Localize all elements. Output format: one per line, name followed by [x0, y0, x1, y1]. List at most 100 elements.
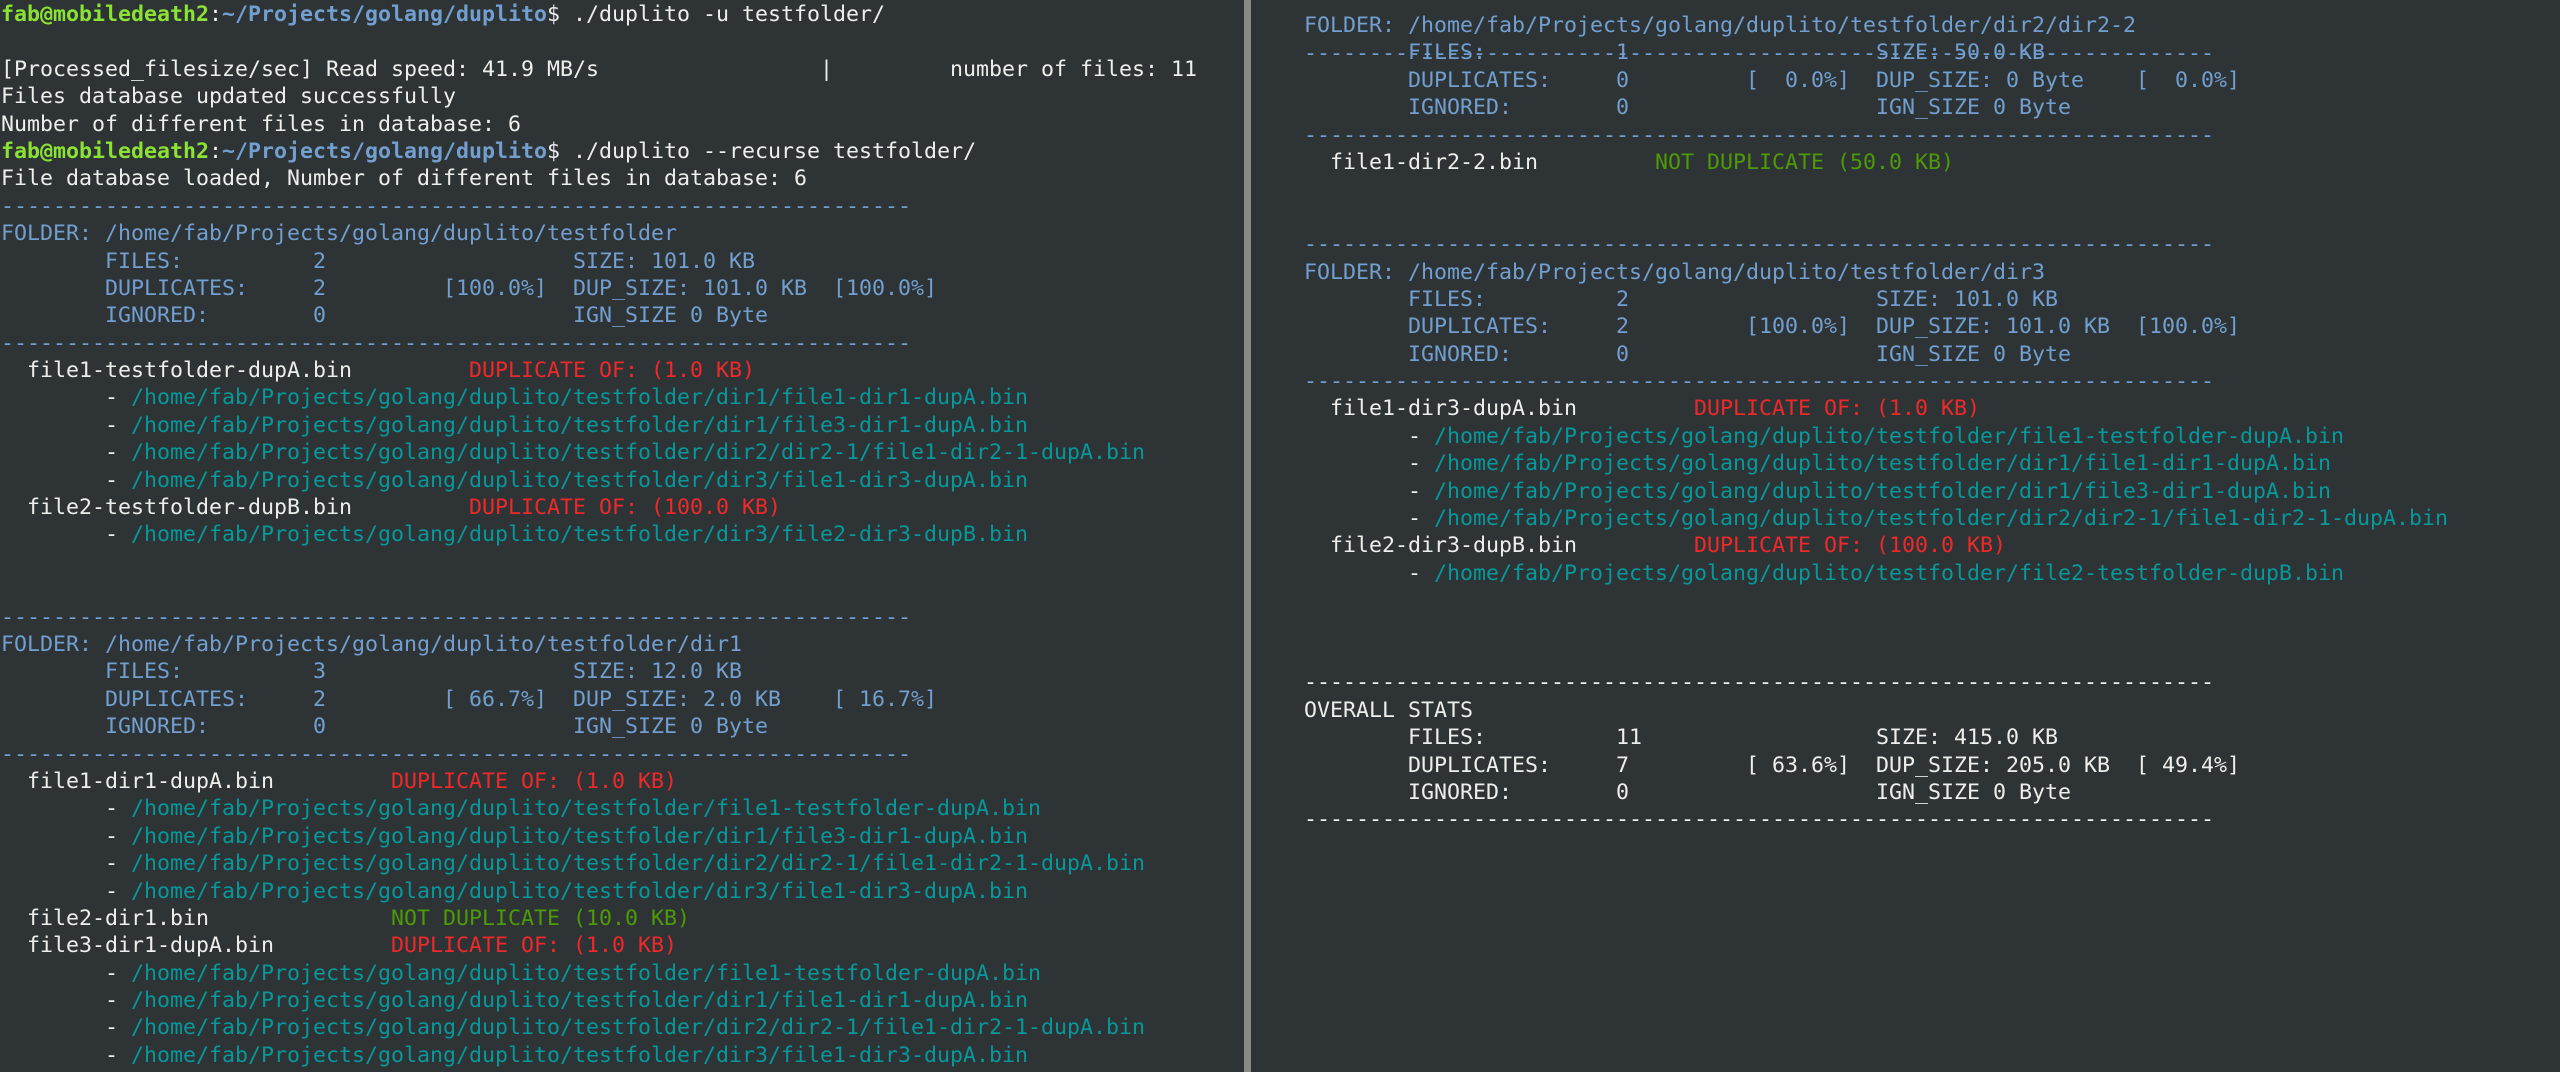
terminal-text-white: -: [1, 823, 132, 849]
terminal-line: file2-testfolder-dupB.bin DUPLICATE OF: …: [1, 494, 1197, 521]
terminal-text-white: file1-dir3-dupA.bin: [1304, 396, 1695, 422]
terminal-text-white: -: [1, 988, 132, 1014]
terminal-line: [Processed_filesize/sec] Read speed: 41.…: [1, 56, 1197, 83]
terminal-text-white: -: [1, 1015, 132, 1041]
terminal-line: - /home/fab/Projects/golang/duplito/test…: [1, 439, 1197, 466]
terminal-text-white: file1-dir1-dupA.bin: [1, 768, 392, 794]
terminal-line: IGNORED: 0 IGN_SIZE 0 Byte: [1304, 341, 2448, 368]
terminal-line: file1-dir1-dupA.bin DUPLICATE OF: (1.0 K…: [1, 768, 1197, 795]
terminal-line: DUPLICATES: 2 [100.0%] DUP_SIZE: 101.0 K…: [1304, 313, 2448, 340]
terminal-line: - /home/fab/Projects/golang/duplito/test…: [1304, 478, 2448, 505]
terminal-text-blue: ----------------------------------------…: [1304, 232, 2215, 258]
terminal-line: file1-testfolder-dupA.bin DUPLICATE OF: …: [1, 357, 1197, 384]
pane-divider[interactable]: [1244, 0, 1251, 1072]
terminal-text-teal: /home/fab/Projects/golang/duplito/testfo…: [131, 412, 1029, 438]
terminal-text-red: DUPLICATE OF: (1.0 KB): [1694, 396, 1981, 422]
terminal-line: Files database updated successfully: [1, 83, 1197, 110]
terminal-text-white: -: [1304, 423, 1435, 449]
terminal-text-teal: /home/fab/Projects/golang/duplito/testfo…: [131, 440, 1146, 466]
terminal-text-teal: /home/fab/Projects/golang/duplito/testfo…: [1434, 478, 2332, 504]
terminal-line: - /home/fab/Projects/golang/duplito/test…: [1, 1014, 1197, 1041]
terminal-text-white: -: [1304, 560, 1435, 586]
terminal-text-teal: /home/fab/Projects/golang/duplito/testfo…: [131, 1042, 1029, 1068]
terminal-text-white: -: [1304, 478, 1435, 504]
terminal-text-red: DUPLICATE OF: (1.0 KB): [391, 768, 678, 794]
terminal-line: Number of different files in database: 6: [1, 111, 1197, 138]
terminal-text-teal: /home/fab/Projects/golang/duplito/testfo…: [131, 988, 1029, 1014]
terminal-line: - /home/fab/Projects/golang/duplito/test…: [1304, 450, 2448, 477]
terminal-text-blue: IGNORED: 0 IGN_SIZE 0 Byte: [1304, 341, 2072, 367]
terminal-text-blue: DUPLICATES: 2 [100.0%] DUP_SIZE: 101.0 K…: [1304, 314, 2241, 340]
terminal-text-blue: FOLDER: /home/fab/Projects/golang/duplit…: [1, 631, 743, 657]
terminal-text-teal: /home/fab/Projects/golang/duplito/testfo…: [131, 385, 1029, 411]
terminal-line: DUPLICATES: 2 [ 66.7%] DUP_SIZE: 2.0 KB …: [1, 686, 1197, 713]
terminal-line: ----------------------------------------…: [1304, 806, 2448, 833]
terminal-pane-left[interactable]: fab@mobiledeath2:~/Projects/golang/dupli…: [0, 0, 1244, 1072]
terminal-line: FOLDER: /home/fab/Projects/golang/duplit…: [1, 220, 1197, 247]
terminal-text-red: DUPLICATE OF: (100.0 KB): [1694, 533, 2007, 559]
terminal-line: file1-dir2-2.bin NOT DUPLICATE (50.0 KB): [1304, 149, 2448, 176]
terminal-line: - /home/fab/Projects/golang/duplito/test…: [1, 412, 1197, 439]
terminal-text-blue: FOLDER: /home/fab/Projects/golang/duplit…: [1304, 259, 2046, 285]
terminal-text-white: file1-testfolder-dupA.bin: [1, 358, 470, 384]
terminal-text-white: FILES: 11 SIZE: 415.0 KB: [1304, 725, 2059, 751]
terminal-line: ----------------------------------------…: [1, 604, 1197, 631]
terminal-line: ----------------------------------------…: [1304, 122, 2448, 149]
terminal-line: IGNORED: 0 IGN_SIZE 0 Byte: [1, 302, 1197, 329]
terminal-text-white: $ ./duplito -u testfolder/: [547, 2, 886, 27]
terminal-text-teal: /home/fab/Projects/golang/duplito/testfo…: [1434, 451, 2332, 477]
terminal-text-blue: IGNORED: 0 IGN_SIZE 0 Byte: [1, 714, 769, 740]
terminal-line: IGNORED: 0 IGN_SIZE 0 Byte: [1, 713, 1197, 740]
terminal-line: - /home/fab/Projects/golang/duplito/test…: [1, 384, 1197, 411]
terminal-text-teal: /home/fab/Projects/golang/duplito/testfo…: [1434, 423, 2345, 449]
terminal-text-path: ~/Projects/golang/duplito: [222, 138, 548, 164]
terminal-line: - /home/fab/Projects/golang/duplito/test…: [1, 960, 1197, 987]
terminal-text-white: file1-dir2-2.bin: [1304, 149, 1656, 175]
terminal-text-user: fab@mobiledeath2: [1, 138, 210, 164]
terminal-text-user: fab@mobiledeath2: [1, 2, 210, 27]
terminal-text-blue: FILES: 2 SIZE: 101.0 KB: [1, 248, 756, 274]
terminal-line: ----------------------------------------…: [1, 193, 1197, 220]
terminal-line: FILES: 1 SIZE: 50.0 KB: [1304, 39, 2448, 66]
terminal-text-red: DUPLICATE OF: (1.0 KB): [469, 358, 756, 384]
terminal-text-white: File database loaded, Number of differen…: [1, 166, 808, 192]
terminal-text-white: -: [1, 878, 132, 904]
terminal-line: - /home/fab/Projects/golang/duplito/test…: [1304, 560, 2448, 587]
terminal-line: DUPLICATES: 2 [100.0%] DUP_SIZE: 101.0 K…: [1, 275, 1197, 302]
terminal-line: - /home/fab/Projects/golang/duplito/test…: [1, 850, 1197, 877]
terminal-line: IGNORED: 0 IGN_SIZE 0 Byte: [1304, 779, 2448, 806]
terminal-text-white: -: [1304, 506, 1435, 532]
terminal-line: FILES: 3 SIZE: 12.0 KB: [1, 658, 1197, 685]
terminal-text-teal: /home/fab/Projects/golang/duplito/testfo…: [131, 1015, 1146, 1041]
terminal-text-blue: ----------------------------------------…: [1, 330, 912, 356]
terminal-text-white: ----------------------------------------…: [1304, 807, 2215, 833]
terminal-text-white: ----------------------------------------…: [1304, 670, 2215, 696]
terminal-text-blue: IGNORED: 0 IGN_SIZE 0 Byte: [1304, 95, 2072, 121]
terminal-text-path: ~/Projects/golang/duplito: [222, 2, 548, 27]
terminal-text-green: NOT DUPLICATE (10.0 KB): [391, 905, 691, 931]
terminal-text-white: IGNORED: 0 IGN_SIZE 0 Byte: [1304, 779, 2072, 805]
terminal-text-teal: /home/fab/Projects/golang/duplito/testfo…: [1434, 560, 2345, 586]
terminal-text-teal: /home/fab/Projects/golang/duplito/testfo…: [131, 851, 1146, 877]
terminal-text-white: Number of different files in database: 6: [1, 111, 522, 137]
terminal-line: file2-dir1.bin NOT DUPLICATE (10.0 KB): [1, 905, 1197, 932]
terminal-line: File database loaded, Number of differen…: [1, 165, 1197, 192]
terminal-text-blue: FILES: 1 SIZE: 50.0 KB: [1304, 40, 2046, 66]
terminal-text-blue: DUPLICATES: 2 [ 66.7%] DUP_SIZE: 2.0 KB …: [1, 686, 938, 712]
terminal-text-teal: /home/fab/Projects/golang/duplito/testfo…: [131, 823, 1029, 849]
terminal-pane-right[interactable]: ----------------------------------------…: [1251, 0, 2560, 1072]
terminal-line: - /home/fab/Projects/golang/duplito/test…: [1, 467, 1197, 494]
terminal-text-white: [Processed_filesize/sec] Read speed: 41.…: [1, 56, 1198, 82]
terminal-line: file2-dir3-dupB.bin DUPLICATE OF: (100.0…: [1304, 532, 2448, 559]
terminal-line: FILES: 11 SIZE: 415.0 KB: [1304, 724, 2448, 751]
terminal-line: ----------------------------------------…: [1, 330, 1197, 357]
terminal-line: ----------------------------------------…: [1304, 669, 2448, 696]
terminal-line: ----------------------------------------…: [1304, 368, 2448, 395]
terminal-text-white: -: [1, 851, 132, 877]
